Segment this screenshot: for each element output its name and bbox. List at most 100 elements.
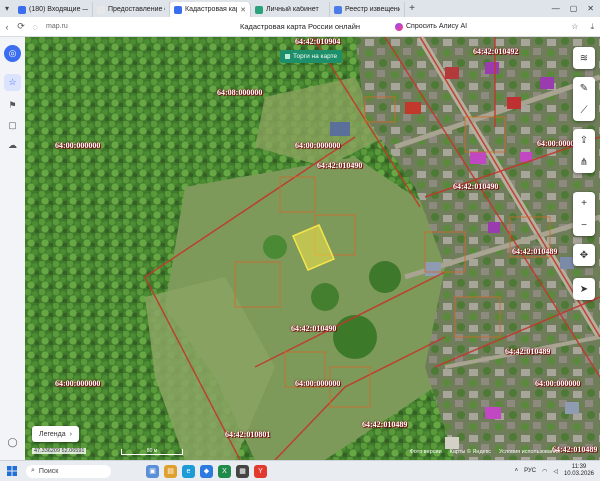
cadastral-label[interactable]: 64:42:010801 (225, 430, 270, 439)
cadastral-label[interactable]: 64:42:010489 (505, 347, 550, 356)
cadastral-label[interactable]: 64:00:000000 (295, 379, 340, 388)
cadastral-label[interactable]: 64:00:000000 (295, 141, 340, 150)
cadastral-label[interactable]: 64:00:000000 (55, 379, 100, 388)
chevron-up-icon[interactable]: ˄ (515, 468, 519, 474)
move-panel: ✥ (573, 244, 595, 266)
address-bar: ‹ ⟳ ◌ map.ru Кадастровая карта России он… (0, 17, 600, 37)
yandex-browser-icon[interactable]: Y (254, 464, 267, 478)
layers-panel: ≋ (573, 47, 595, 69)
chevron-right-icon: › (69, 430, 72, 438)
tab-favicon (174, 5, 182, 14)
tab-label: Реестр извещений (345, 6, 400, 13)
wifi-icon[interactable]: ◠ (542, 468, 547, 475)
cloud-icon[interactable]: ☁ (4, 137, 21, 154)
browser-tab[interactable]: Реестр извещений (330, 2, 405, 17)
zoom-out-button[interactable]: − (573, 214, 595, 236)
share-panel: ⇪ ⋔ (573, 129, 595, 173)
windows-icon (7, 466, 17, 476)
tab-favicon (97, 5, 105, 14)
close-window-icon[interactable]: ✕ (587, 4, 594, 13)
cadastral-label[interactable]: 64:42:010492 (473, 47, 518, 56)
reload-button[interactable]: ⟳ (14, 21, 28, 32)
clock-time: 11:39 (571, 464, 587, 470)
scale-bar: 80 м (121, 449, 183, 455)
ruler-icon[interactable]: ⟋ (573, 99, 595, 121)
alice-label: Спросить Алису AI (406, 23, 468, 30)
tab-label: (180) Входящие — Ра (29, 6, 88, 13)
cadastral-map[interactable]: 64:42:010904 64:42:010492 64:08:000000 64:0… (25, 37, 600, 460)
taskbar: ⌕ Поиск ▣ ▤ e ◆ X ▦ Y ˄ РУС ◠ ◁ 11:39 10.0… (0, 460, 600, 481)
alice-button[interactable]: Спросить Алису AI (395, 22, 468, 31)
move-icon[interactable]: ✥ (573, 244, 595, 266)
search-icon: ⌕ (31, 467, 35, 474)
profile-icon[interactable]: ◯ (4, 434, 21, 451)
alice-sidebar-icon[interactable]: ◎ (4, 45, 21, 62)
clock[interactable]: 11:39 10.03.2026 (564, 464, 594, 478)
zoom-panel: + − (573, 192, 595, 236)
cadastral-label[interactable]: 64:00:000000 (535, 379, 580, 388)
system-tray: ˄ РУС ◠ ◁ 11:39 10.03.2026 (515, 464, 600, 478)
coordinates: 47.336209 52.06591 (32, 448, 87, 454)
tab-list-icon[interactable]: ▾ (0, 4, 14, 13)
flag-icon[interactable]: ⚑ (4, 97, 21, 114)
torgi-button[interactable]: Торги на карте (280, 50, 343, 63)
tab-label: Личный кабинет (266, 6, 319, 13)
tab-favicon (255, 5, 263, 14)
cadastral-label[interactable]: 64:42:010490 (453, 182, 498, 191)
shield-icon[interactable]: ◌ (28, 22, 42, 32)
favorites-icon[interactable]: ☆ (4, 74, 21, 91)
bookmark-icon[interactable]: ☆ (571, 22, 578, 32)
torgi-label: Торги на карте (293, 53, 338, 60)
cadastral-label[interactable]: 64:08:000000 (217, 88, 262, 97)
minimize-icon[interactable]: — (552, 4, 560, 13)
tab-label: Кадастровая карта (185, 6, 237, 13)
taskbar-search[interactable]: ⌕ Поиск (26, 464, 111, 478)
app-icon[interactable]: ▦ (236, 464, 249, 478)
tab-favicon (334, 5, 342, 14)
cadastral-label[interactable]: 64:42:010490 (291, 324, 336, 333)
locate-panel: ➤ (573, 278, 595, 300)
browser-tab[interactable]: (180) Входящие — Ра (14, 2, 93, 17)
tools-panel: ✎ ⟋ (573, 77, 595, 121)
close-tab-icon[interactable]: ✕ (240, 6, 246, 14)
layers-icon[interactable]: ≋ (573, 47, 595, 69)
edge-icon[interactable]: e (182, 464, 195, 478)
attribution-terms[interactable]: Условия использования (499, 449, 560, 455)
tab-favicon (18, 5, 26, 14)
browser-tab[interactable]: Предоставление свед (93, 2, 170, 17)
start-button[interactable] (4, 466, 20, 476)
zoom-in-button[interactable]: + (573, 192, 595, 214)
url-field[interactable]: map.ru (46, 23, 68, 30)
back-button[interactable]: ‹ (0, 22, 14, 32)
new-tab-button[interactable]: + (405, 3, 419, 14)
cadastral-label[interactable]: 64:42:010490 (317, 161, 362, 170)
cadastral-label[interactable]: 64:42:010489 (512, 247, 557, 256)
legend-label: Легенда (39, 430, 66, 438)
cadastral-label[interactable]: 64:00:000000 (55, 141, 100, 150)
share-icon[interactable]: ⋔ (573, 151, 595, 173)
attribution-photo[interactable]: Фото версии (410, 449, 442, 455)
cadastral-label[interactable]: 64:42:010489 (362, 420, 407, 429)
attribution-copyright: Карты © Яндекс (449, 449, 491, 455)
download-icon[interactable]: ⤓ (590, 22, 594, 32)
cloud-upload-icon[interactable]: ⇪ (573, 129, 595, 151)
legend-button[interactable]: Легенда › (32, 426, 79, 442)
browser-tab[interactable]: Кадастровая карта✕ (170, 2, 251, 17)
tab-label: Предоставление свед (108, 6, 165, 13)
cadastral-label[interactable]: 64:42:010904 (295, 37, 340, 46)
excel-icon[interactable]: X (218, 464, 231, 478)
maximize-icon[interactable]: ▢ (570, 4, 578, 13)
browser-sidebar: ◎ ☆ ⚑ ▢ ☁ ◯ (0, 37, 26, 460)
volume-icon[interactable]: ◁ (553, 468, 558, 475)
alice-icon (395, 22, 403, 31)
locate-icon[interactable]: ➤ (573, 278, 595, 300)
explorer-icon[interactable]: ▤ (164, 464, 177, 478)
store-icon[interactable]: ◆ (200, 464, 213, 478)
pencil-icon[interactable]: ✎ (573, 77, 595, 99)
page-title: Кадастровая карта России онлайн (239, 22, 361, 31)
screenshot-icon[interactable]: ▢ (4, 117, 21, 134)
taskview-icon[interactable]: ▣ (146, 464, 159, 478)
browser-tab[interactable]: Личный кабинет (251, 2, 330, 17)
language-indicator[interactable]: РУС (524, 468, 536, 474)
clock-date: 10.03.2026 (563, 471, 594, 477)
